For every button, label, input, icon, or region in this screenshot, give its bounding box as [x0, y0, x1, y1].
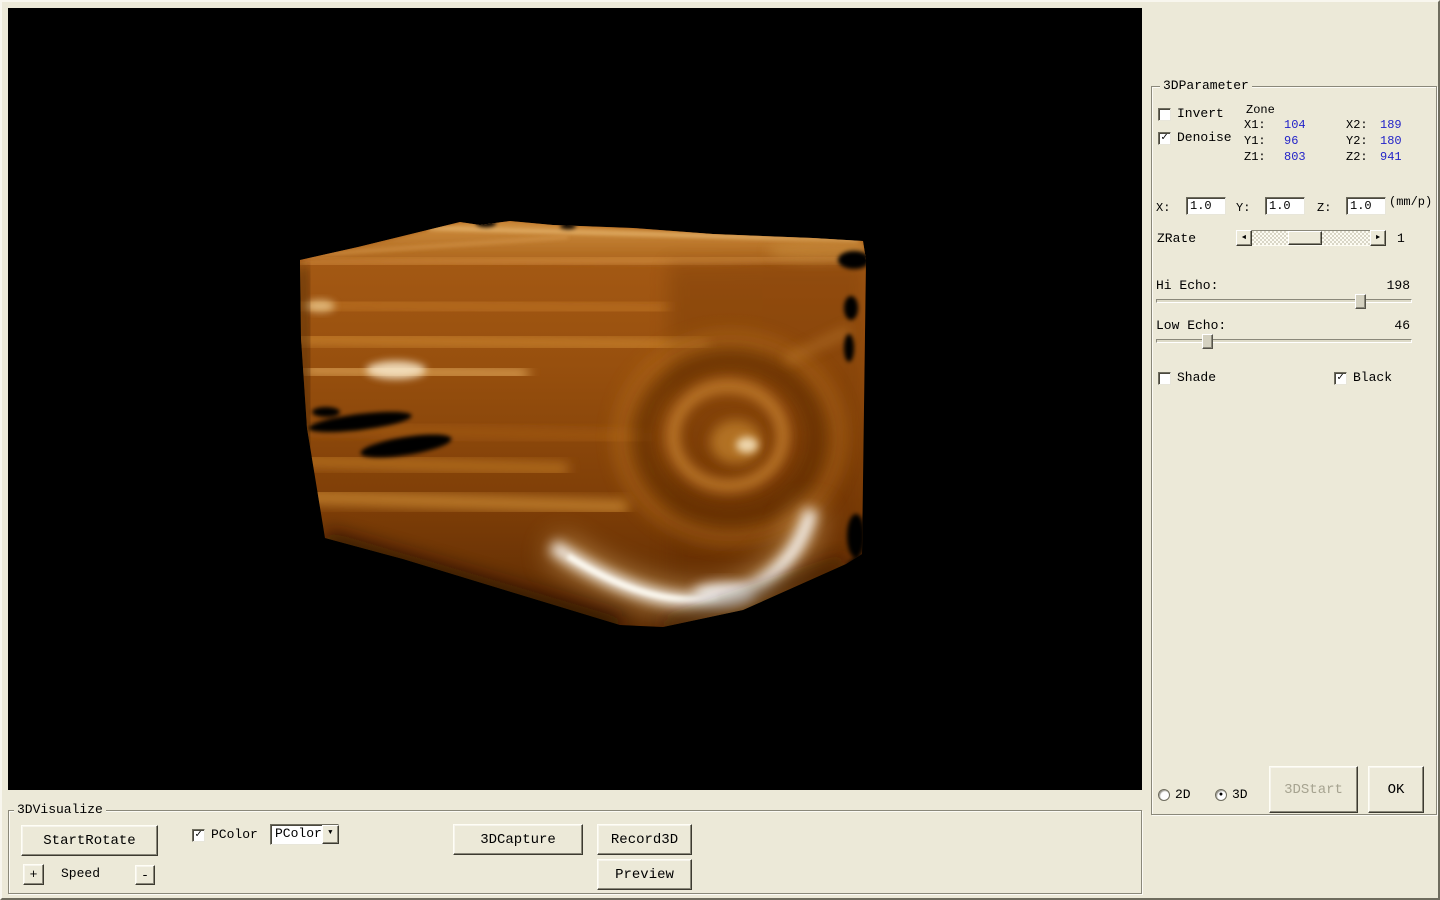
mode-3d-radio[interactable]: ●: [1215, 789, 1227, 801]
scale-z-label: Z:: [1317, 201, 1331, 215]
invert-checkbox[interactable]: [1158, 108, 1171, 121]
low-echo-slider-thumb[interactable]: [1202, 334, 1213, 349]
mode-2d-label: 2D: [1175, 788, 1191, 802]
scale-x-input[interactable]: [1186, 197, 1226, 215]
hi-echo-label: Hi Echo:: [1156, 279, 1218, 293]
start-rotate-button[interactable]: StartRotate: [21, 825, 158, 856]
zone-x1-value: 104: [1284, 117, 1346, 133]
zone-y2-label: Y2:: [1346, 133, 1380, 149]
scale-unit-label: (mm/p): [1389, 195, 1432, 209]
zone-z1-value: 803: [1284, 149, 1346, 165]
low-echo-label: Low Echo:: [1156, 319, 1226, 333]
zone-label: Zone: [1246, 103, 1275, 117]
denoise-checkbox[interactable]: ✓: [1158, 132, 1171, 145]
pcolor-label: PColor: [211, 828, 258, 842]
low-echo-value: 46: [1332, 319, 1410, 333]
zone-x2-label: X2:: [1346, 117, 1380, 133]
pcolor-checkbox[interactable]: ✓: [192, 829, 205, 842]
zone-y1-value: 96: [1284, 133, 1346, 149]
speed-label: Speed: [61, 867, 100, 881]
denoise-label: Denoise: [1177, 131, 1232, 145]
speed-minus-button[interactable]: -: [135, 865, 155, 885]
zone-z2-label: Z2:: [1346, 149, 1380, 165]
visualize-panel: 3DVisualize StartRotate ✓ PColor PColor …: [8, 810, 1142, 894]
zone-z1-label: Z1:: [1244, 149, 1284, 165]
mode-2d-radio[interactable]: [1158, 789, 1170, 801]
scale-y-label: Y:: [1236, 201, 1250, 215]
black-label: Black: [1353, 371, 1392, 385]
ok-button[interactable]: OK: [1368, 766, 1424, 813]
3dcapture-button[interactable]: 3DCapture: [453, 824, 583, 855]
low-echo-slider[interactable]: [1156, 339, 1412, 343]
preview-button[interactable]: Preview: [597, 859, 692, 890]
scale-z-input[interactable]: [1346, 197, 1386, 215]
zone-values: X1: 104 X2: 189 Y1: 96 Y2: 180 Z1: 803 Z…: [1244, 117, 1424, 165]
scale-y-input[interactable]: [1265, 197, 1305, 215]
dropdown-arrow-icon[interactable]: ▼: [322, 825, 339, 844]
parameter-panel-title: 3DParameter: [1160, 79, 1252, 93]
zrate-right-arrow-icon[interactable]: ►: [1370, 230, 1386, 246]
speed-plus-button[interactable]: +: [23, 864, 44, 885]
pcolor-dropdown[interactable]: PColor ▼: [270, 824, 339, 845]
invert-label: Invert: [1177, 107, 1224, 121]
black-checkbox[interactable]: ✓: [1334, 372, 1347, 385]
hi-echo-value: 198: [1332, 279, 1410, 293]
zrate-label: ZRate: [1157, 232, 1196, 246]
hi-echo-slider-thumb[interactable]: [1355, 294, 1366, 309]
3dstart-button[interactable]: 3DStart: [1269, 766, 1358, 813]
zone-y1-label: Y1:: [1244, 133, 1284, 149]
shade-checkbox[interactable]: [1158, 372, 1171, 385]
scale-x-label: X:: [1156, 201, 1170, 215]
zrate-left-arrow-icon[interactable]: ◄: [1236, 230, 1252, 246]
zrate-track[interactable]: [1252, 230, 1370, 246]
zone-x2-value: 189: [1380, 117, 1424, 133]
zrate-scrollbar[interactable]: ◄ ►: [1236, 230, 1386, 246]
volume-render-3d: [8, 8, 1142, 790]
shade-label: Shade: [1177, 371, 1216, 385]
mode-3d-label: 3D: [1232, 788, 1248, 802]
record3d-button[interactable]: Record3D: [597, 824, 692, 855]
zone-z2-value: 941: [1380, 149, 1424, 165]
parameter-panel: 3DParameter Invert ✓ Denoise Zone X1: 10…: [1151, 86, 1437, 815]
pcolor-dropdown-value: PColor: [271, 825, 322, 844]
zrate-value: 1: [1397, 232, 1405, 246]
visualize-panel-title: 3DVisualize: [14, 803, 106, 817]
zone-x1-label: X1:: [1244, 117, 1284, 133]
render-viewport[interactable]: [8, 8, 1142, 790]
app-window: 3DParameter Invert ✓ Denoise Zone X1: 10…: [0, 0, 1440, 900]
zrate-thumb[interactable]: [1288, 231, 1322, 245]
zone-y2-value: 180: [1380, 133, 1424, 149]
hi-echo-slider[interactable]: [1156, 299, 1412, 303]
